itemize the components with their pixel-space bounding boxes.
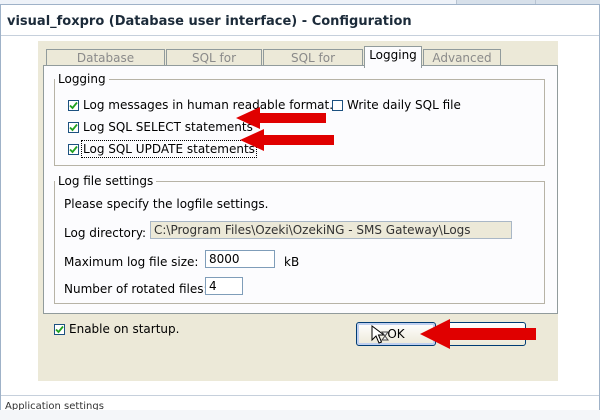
checkbox-unchecked-icon[interactable] bbox=[332, 99, 343, 111]
red-arrow-ok-icon bbox=[420, 319, 536, 349]
enable-on-startup-label: Enable on startup. bbox=[69, 322, 180, 336]
log-directory-label: Log directory: bbox=[64, 226, 147, 240]
write-daily-sql-checkbox[interactable]: Write daily SQL file bbox=[332, 98, 461, 112]
logging-tab-panel: Logging Log messages in human readable f… bbox=[43, 65, 558, 314]
max-log-size-unit: kB bbox=[284, 255, 300, 269]
window-title: visual_foxpro (Database user interface) … bbox=[7, 14, 412, 29]
mouse-pointer-icon bbox=[371, 325, 389, 344]
checkbox-checked-icon[interactable] bbox=[68, 143, 79, 155]
title-divider bbox=[1, 35, 599, 36]
checkbox-checked-icon[interactable] bbox=[68, 121, 79, 133]
footer-strip bbox=[0, 410, 600, 420]
log-file-instruction: Please specify the logfile settings. bbox=[64, 197, 269, 211]
log-update-checkbox[interactable]: Log SQL UPDATE statements bbox=[68, 140, 257, 158]
enable-on-startup-checkbox[interactable]: Enable on startup. bbox=[54, 322, 179, 336]
checkbox-checked-icon[interactable] bbox=[54, 323, 65, 335]
red-arrow-select-icon bbox=[236, 107, 326, 129]
status-divider bbox=[1, 395, 599, 396]
rotated-files-input[interactable]: 4 bbox=[205, 277, 243, 295]
write-daily-sql-label: Write daily SQL file bbox=[347, 98, 461, 112]
max-log-size-label: Maximum log file size: bbox=[64, 255, 199, 269]
log-file-settings-legend: Log file settings bbox=[58, 174, 154, 188]
logging-group-legend: Logging bbox=[58, 72, 106, 86]
log-select-checkbox[interactable]: Log SQL SELECT statements bbox=[68, 120, 253, 134]
max-log-size-input[interactable]: 8000 bbox=[205, 250, 275, 268]
checkbox-checked-icon[interactable] bbox=[68, 99, 79, 111]
tab-logging[interactable]: Logging bbox=[364, 46, 422, 68]
red-arrow-update-icon bbox=[240, 129, 334, 151]
rotated-files-label: Number of rotated files: bbox=[64, 282, 208, 296]
log-select-label: Log SQL SELECT statements bbox=[83, 120, 253, 134]
log-update-label: Log SQL UPDATE statements bbox=[81, 140, 257, 158]
log-directory-field[interactable]: C:\Program Files\Ozeki\OzekiNG - SMS Gat… bbox=[150, 221, 512, 239]
